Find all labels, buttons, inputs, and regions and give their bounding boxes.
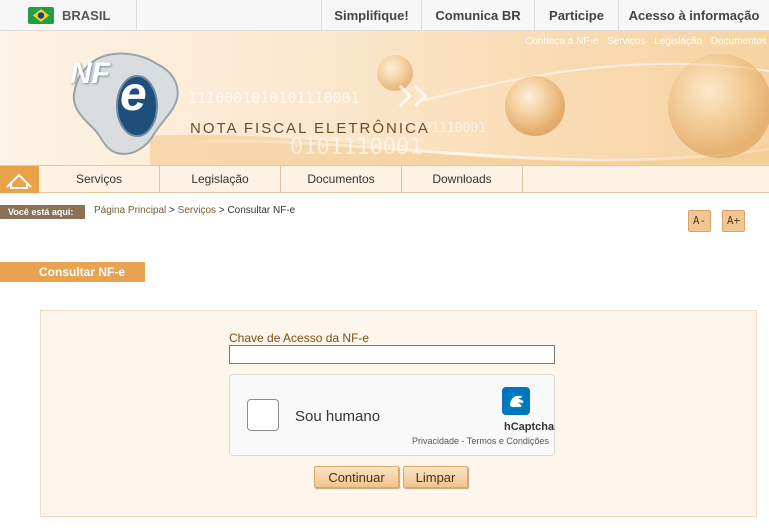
access-key-input[interactable] xyxy=(229,345,555,364)
toplink-documentos[interactable]: Documentos xyxy=(711,36,767,47)
breadcrumb-current: Consultar NF-e xyxy=(227,205,296,216)
gov-brasil-label: BRASIL xyxy=(62,8,111,23)
captcha-brand: hCaptcha xyxy=(504,421,555,433)
brazil-flag-icon xyxy=(28,7,54,24)
logo-e-text: e xyxy=(120,68,147,121)
hcaptcha-logo-icon xyxy=(502,387,530,415)
gov-link-simplifique[interactable]: Simplifique! xyxy=(321,0,421,31)
nav-documentos[interactable]: Documentos xyxy=(281,166,402,193)
toplink-legislacao[interactable]: Legislação xyxy=(654,36,702,47)
page-title: Consultar NF-e xyxy=(0,262,145,282)
banner-top-links: Conheça a NF-e Serviços Legislação Docum… xyxy=(519,36,767,47)
banner-title: NOTA FISCAL ELETRÔNICA xyxy=(190,120,430,137)
gov-brasil-link[interactable]: BRASIL xyxy=(0,0,137,31)
gov-bar: BRASIL Simplifique! Comunica BR Particip… xyxy=(0,0,769,31)
nav-downloads[interactable]: Downloads xyxy=(402,166,523,193)
continue-button[interactable]: Continuar xyxy=(314,466,399,488)
breadcrumb-home[interactable]: Página Principal xyxy=(94,205,166,216)
nfe-banner: Conheça a NF-e Serviços Legislação Docum… xyxy=(0,31,769,165)
home-icon xyxy=(6,173,32,189)
gov-link-acesso-informacao[interactable]: Acesso à informação xyxy=(618,0,769,31)
nav-servicos[interactable]: Serviços xyxy=(39,166,160,193)
access-key-label: Chave de Acesso da NF-e xyxy=(229,331,370,345)
font-decrease-button[interactable]: A- xyxy=(688,210,711,232)
logo-nf-text: NF xyxy=(70,57,110,90)
you-are-here-label: Você está aqui: xyxy=(0,205,85,219)
breadcrumb: Página Principal > Serviços > Consultar … xyxy=(94,205,295,216)
banner-binary-1: 1110001010101110001 xyxy=(188,89,360,107)
nav-legislacao[interactable]: Legislação xyxy=(160,166,281,193)
breadcrumb-servicos[interactable]: Serviços xyxy=(178,205,216,216)
toplink-conheca[interactable]: Conheça a NF-e xyxy=(525,36,598,47)
captcha-privacy-terms-link[interactable]: Privacidade - Termos e Condições xyxy=(412,436,549,446)
nfe-logo[interactable]: NF e xyxy=(62,49,187,161)
gov-link-participe[interactable]: Participe xyxy=(534,0,618,31)
hcaptcha-widget: Sou humano hCaptcha Privacidade - Termos… xyxy=(229,374,555,456)
banner-binary-3: 0101110001 xyxy=(290,135,423,160)
clear-button[interactable]: Limpar xyxy=(403,466,468,488)
breadcrumb-separator: > xyxy=(218,205,225,216)
font-increase-button[interactable]: A+ xyxy=(722,210,745,232)
captcha-label: Sou humano xyxy=(295,408,381,425)
main-nav: Serviços Legislação Documentos Downloads xyxy=(0,165,769,193)
gov-link-comunica[interactable]: Comunica BR xyxy=(421,0,534,31)
breadcrumb-separator: > xyxy=(169,205,175,216)
toplink-servicos[interactable]: Serviços xyxy=(607,36,645,47)
captcha-checkbox[interactable] xyxy=(247,399,279,431)
home-button[interactable] xyxy=(0,166,39,193)
